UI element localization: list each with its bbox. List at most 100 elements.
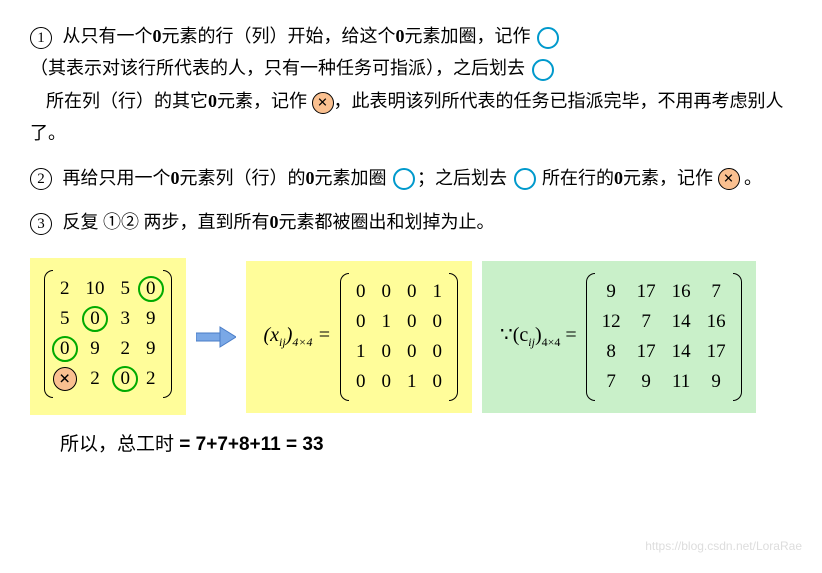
circle-icon — [537, 27, 559, 49]
s1-l3a: 所在列（行）的其它 — [46, 91, 208, 111]
matrix-cell: 8 — [594, 337, 629, 367]
m3-suf: ) — [535, 324, 542, 346]
matrix-cell: 0 — [425, 307, 451, 337]
matrix-2-box: (xij)4×4 = 0001010010000010 — [246, 261, 473, 413]
matrix-cell: 7 — [594, 367, 629, 397]
matrix-cell: 5 — [113, 274, 139, 304]
s2-i: 元素，记作 — [623, 168, 713, 188]
matrix-cell: 0 — [374, 367, 400, 397]
matrix-cell: 3 — [113, 304, 139, 334]
s2-g: 所在行的 — [542, 168, 614, 188]
result-line: 所以，总工时 = 7+7+8+11 = 33 — [30, 429, 792, 456]
matrix-cell: 2 — [138, 364, 164, 394]
matrix-3-box: ∵(cij)4×4 = 9171671271416817141779119 — [482, 261, 756, 413]
matrix-1-box: 2105050390929202 — [30, 258, 186, 415]
matrix-cell: 7 — [629, 307, 664, 337]
matrix-cell: 17 — [629, 277, 664, 307]
matrix-cell: 14 — [664, 337, 699, 367]
matrix-cell: 9 — [699, 367, 734, 397]
matrix-cell: 7 — [699, 277, 734, 307]
s2-j: 。 — [744, 168, 762, 188]
s1-l1b: 0 — [153, 26, 162, 46]
matrix-cell: 0 — [399, 277, 425, 307]
step-3-num: 3 — [30, 213, 52, 235]
cross-icon — [312, 92, 334, 114]
matrix-cell: 0 — [374, 277, 400, 307]
matrix-cell — [52, 364, 78, 394]
matrix-cell: 0 — [348, 307, 374, 337]
circle-icon — [514, 168, 536, 190]
m3-sub: ij — [528, 335, 535, 349]
m3-dim: 4×4 — [542, 335, 561, 349]
step-3: 3 反复 ①② 两步，直到所有0元素都被圈出和划掉为止。 — [30, 206, 792, 238]
matrix-cell: 0 — [425, 367, 451, 397]
matrix-cell: 9 — [138, 304, 164, 334]
matrix-cell: 1 — [374, 307, 400, 337]
step-1-num: 1 — [30, 27, 52, 49]
matrices-row: 2105050390929202 (xij)4×4 = 000101001000… — [30, 258, 792, 415]
result-label: 所以，总工时 — [60, 434, 174, 455]
step-2-num: 2 — [30, 168, 52, 190]
cross-icon — [718, 168, 740, 190]
matrix-cell: 2 — [52, 274, 78, 304]
matrix-cell: 9 — [594, 277, 629, 307]
matrix-cell: 0 — [348, 277, 374, 307]
matrix-cell: 0 — [78, 304, 113, 334]
matrix-cell: 14 — [664, 307, 699, 337]
matrix-cell: 9 — [78, 334, 113, 364]
matrix-cell: 0 — [52, 334, 78, 364]
matrix-cell: 10 — [78, 274, 113, 304]
matrix-cell: 11 — [664, 367, 699, 397]
matrix-cell: 2 — [113, 334, 139, 364]
s2-a: 再给只用一个 — [63, 168, 171, 188]
matrix-cell: 1 — [399, 367, 425, 397]
matrix-cell: 0 — [348, 367, 374, 397]
m3-eq: = — [560, 324, 576, 346]
matrix-cell: 1 — [348, 337, 374, 367]
matrix-cell: 9 — [629, 367, 664, 397]
s2-d: 0 — [306, 168, 315, 188]
s1-l3b: 0 — [208, 91, 217, 111]
s1-l2a: （其表示对该行所代表的人，只有一种任务可指派），之后划去 — [30, 58, 525, 78]
arrow-icon — [196, 322, 236, 352]
s1-l1a: 从只有一个 — [63, 26, 153, 46]
matrix-cell: 9 — [138, 334, 164, 364]
matrix-3: 9171671271416817141779119 — [586, 273, 742, 401]
matrix-cell: 0 — [399, 307, 425, 337]
m2-sub: ij — [279, 335, 286, 349]
m2-eq: = — [313, 324, 332, 346]
s2-f: ；之后划去 — [417, 168, 507, 188]
s1-l1e: 元素加圈，记作 — [405, 26, 531, 46]
s2-h: 0 — [614, 168, 623, 188]
s1-l3c: 元素，记作 — [217, 91, 307, 111]
matrix-cell: 16 — [699, 307, 734, 337]
s3-b: 0 — [270, 212, 279, 232]
result-eq: = 7+7+8+11 = 33 — [174, 434, 324, 455]
matrix-2: 0001010010000010 — [340, 273, 458, 401]
matrix-cell: 0 — [113, 364, 139, 394]
s1-l1d: 0 — [396, 26, 405, 46]
circle-icon — [532, 59, 554, 81]
s2-e: 元素加圈 — [315, 168, 387, 188]
s1-l3-wrap: 所在列（行）的其它0元素，记作 ，此表明该列所代表的任务已指派完毕，不用再考虑别… — [30, 91, 784, 143]
watermark: https://blog.csdn.net/LoraRae — [645, 539, 802, 553]
m2-dim: 4×4 — [292, 335, 312, 349]
s2-b: 0 — [171, 168, 180, 188]
matrix-cell: 0 — [425, 337, 451, 367]
s1-l1c: 元素的行（列）开始，给这个 — [162, 26, 396, 46]
matrix-cell: 2 — [78, 364, 113, 394]
step-2: 2 再给只用一个0元素列（行）的0元素加圈 ；之后划去 所在行的0元素，记作 。 — [30, 162, 792, 194]
matrix-1: 2105050390929202 — [44, 270, 172, 398]
matrix-cell: 1 — [425, 277, 451, 307]
s2-c: 元素列（行）的 — [180, 168, 306, 188]
m2-pre: (x — [264, 324, 280, 346]
s3-c: 元素都被圈出和划掉为止。 — [279, 212, 495, 232]
matrix-cell: 0 — [399, 337, 425, 367]
matrix-cell: 5 — [52, 304, 78, 334]
matrix-cell: 12 — [594, 307, 629, 337]
step-1: 1 从只有一个0元素的行（列）开始，给这个0元素加圈，记作 （其表示对该行所代表… — [30, 20, 792, 150]
matrix-cell: 0 — [138, 274, 164, 304]
matrix-cell: 17 — [699, 337, 734, 367]
circle-icon — [393, 168, 415, 190]
m3-pre: ∵(c — [500, 324, 528, 346]
